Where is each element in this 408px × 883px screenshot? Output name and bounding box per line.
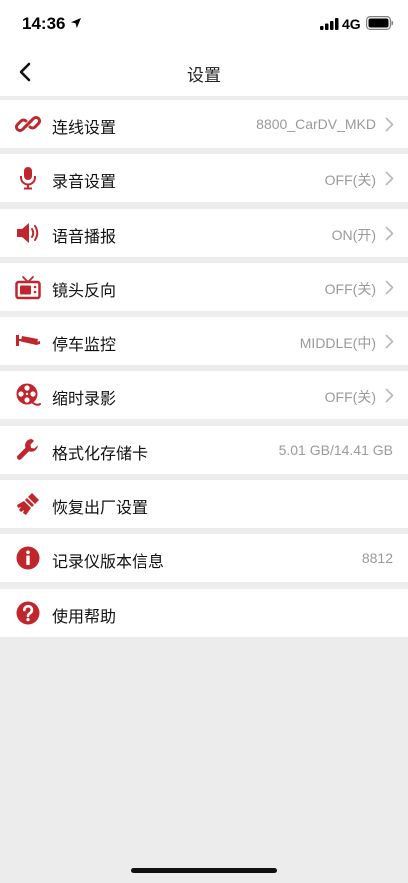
setting-row-parking-monitor[interactable]: 停车监控 MIDDLE(中) — [0, 317, 408, 366]
settings-screen: 14:36 4G 设置 连线设置 8800_CarDV_MKD 录音设置 OFF… — [0, 0, 408, 883]
setting-row-time-lapse[interactable]: 缩时录影 OFF(关) — [0, 371, 408, 420]
signal-bars-icon — [320, 18, 339, 30]
setting-label: 使用帮助 — [52, 606, 117, 626]
setting-value: OFF(关) — [324, 389, 376, 406]
chevron-right-icon — [385, 389, 394, 403]
setting-row-lens-flip[interactable]: 镜头反向 OFF(关) — [0, 262, 408, 311]
settings-list: 连线设置 8800_CarDV_MKD 录音设置 OFF(关) 语音播报 ON(… — [0, 100, 408, 643]
chevron-right-icon — [385, 171, 394, 186]
microphone-icon — [20, 167, 36, 190]
page-title: 设置 — [187, 66, 221, 86]
setting-row-voice-broadcast[interactable]: 语音播报 ON(开) — [0, 208, 408, 257]
home-indicator[interactable] — [131, 868, 277, 873]
cctv-camera-icon — [16, 335, 40, 347]
setting-value: 5.01 GB/14.41 GB — [278, 441, 393, 458]
setting-value: 8812 — [361, 550, 393, 567]
battery-icon — [366, 16, 394, 30]
setting-row-factory-reset[interactable]: 恢复出厂设置 — [0, 480, 408, 529]
setting-row-audio-recording[interactable]: 录音设置 OFF(关) — [0, 154, 408, 203]
setting-value: ON(开) — [331, 226, 376, 243]
network-type: 4G — [342, 16, 361, 32]
nav-bar: 设置 — [0, 48, 408, 96]
location-arrow-icon — [71, 18, 81, 28]
status-bar: 14:36 4G — [0, 0, 408, 48]
setting-label: 格式化存储卡 — [52, 443, 149, 463]
setting-label: 记录仪版本信息 — [52, 552, 165, 572]
setting-value: OFF(关) — [324, 172, 376, 189]
chevron-right-icon — [385, 280, 394, 295]
link-icon — [15, 115, 41, 133]
setting-value: OFF(关) — [324, 280, 376, 297]
setting-row-format-sd-card[interactable]: 格式化存储卡 5.01 GB/14.41 GB — [0, 425, 408, 474]
help-icon — [16, 601, 40, 625]
speaker-icon — [17, 222, 39, 243]
wrench-icon — [17, 438, 38, 460]
setting-value: MIDDLE(中) — [299, 335, 376, 352]
setting-label: 语音播报 — [52, 226, 117, 246]
chevron-right-icon — [385, 117, 394, 132]
setting-label: 连线设置 — [52, 118, 117, 137]
chevron-right-icon — [385, 334, 394, 349]
brush-icon — [17, 493, 39, 516]
tv-icon — [15, 275, 41, 300]
setting-value: 8800_CarDV_MKD — [256, 116, 376, 132]
film-reel-icon — [16, 383, 41, 407]
setting-row-help[interactable]: 使用帮助 — [0, 588, 408, 637]
chevron-right-icon — [385, 226, 394, 240]
setting-row-recorder-version[interactable]: 记录仪版本信息 8812 — [0, 534, 408, 583]
status-time: 14:36 — [22, 14, 66, 33]
setting-label: 录音设置 — [52, 172, 117, 192]
info-icon — [16, 546, 40, 570]
setting-label: 停车监控 — [52, 335, 117, 355]
setting-label: 镜头反向 — [52, 280, 117, 300]
setting-label: 恢复出厂设置 — [52, 498, 149, 518]
setting-label: 缩时录影 — [52, 389, 117, 409]
setting-row-connection[interactable]: 连线设置 8800_CarDV_MKD — [0, 100, 408, 148]
